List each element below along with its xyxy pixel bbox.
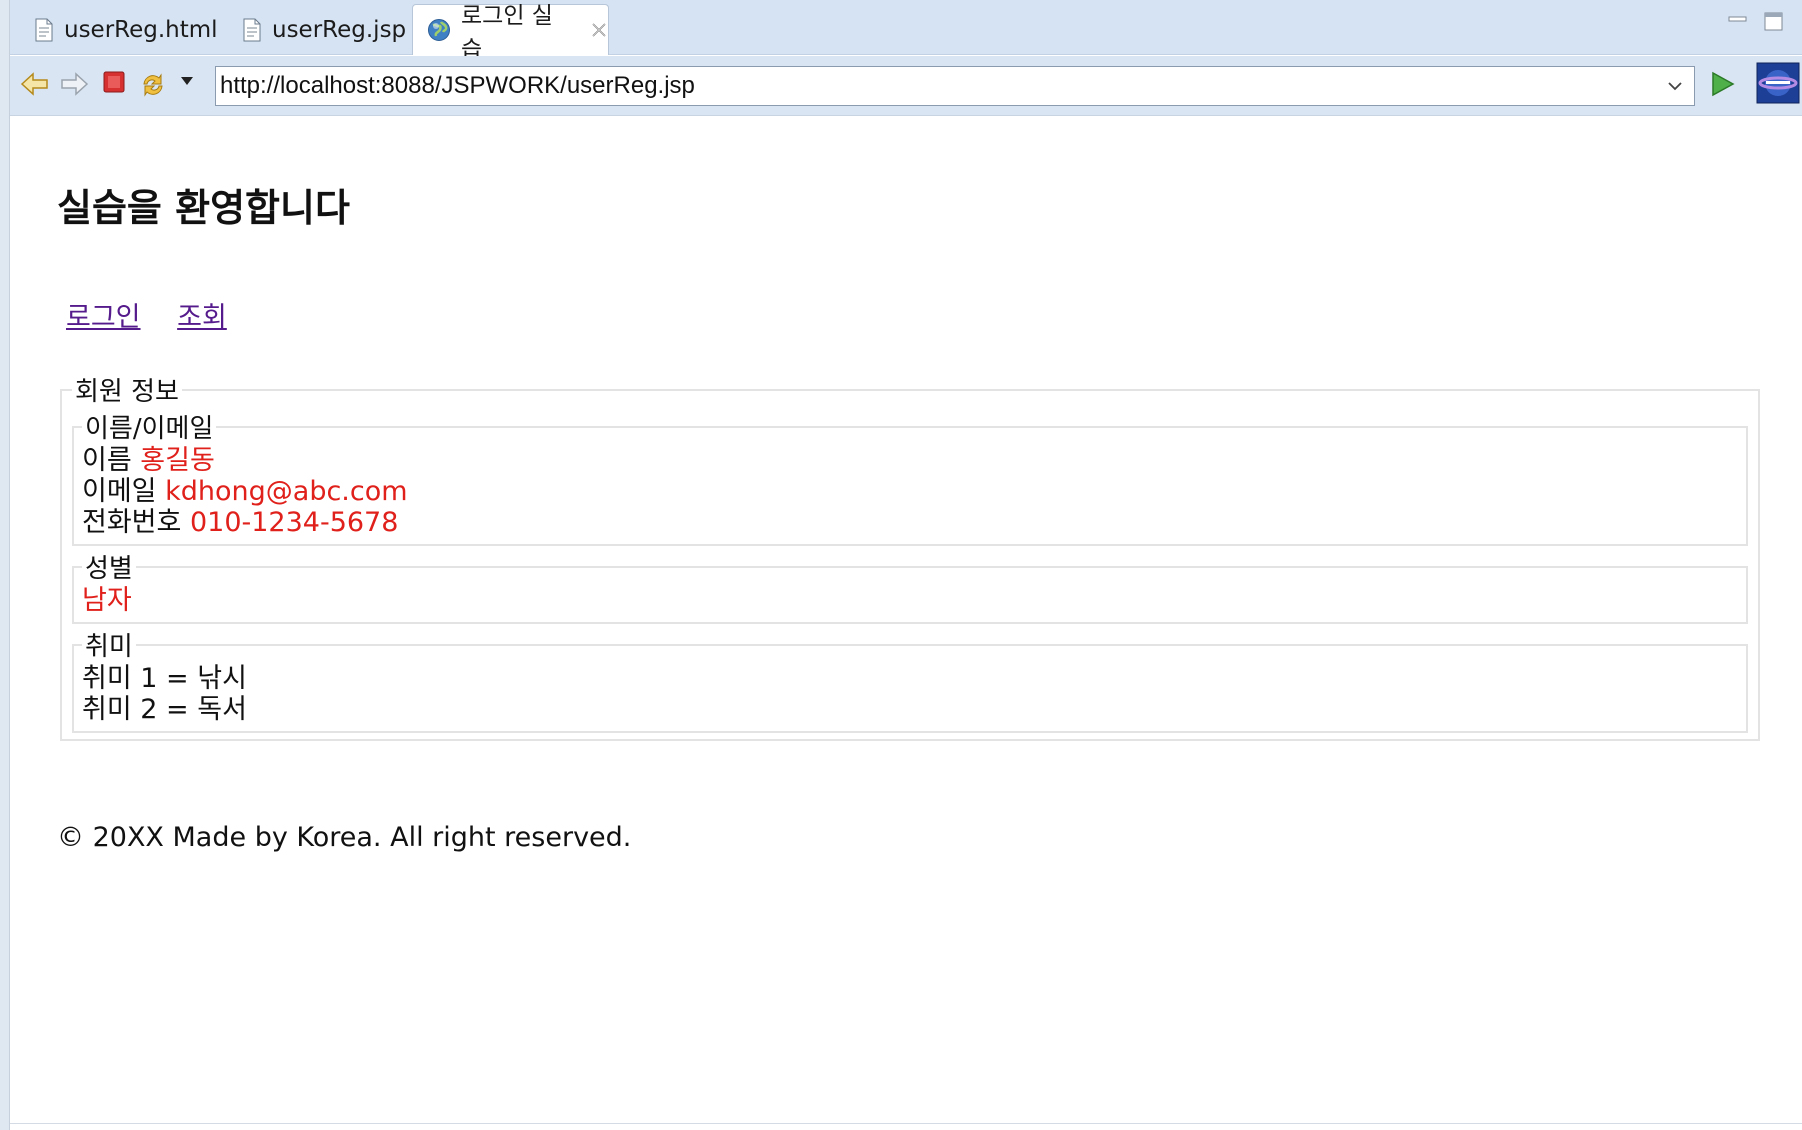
browser-toolbar: http://localhost:8088/JSPWORK/userReg.js… bbox=[10, 56, 1802, 116]
maximize-icon[interactable] bbox=[1764, 12, 1784, 32]
hobby-legend: 취미 bbox=[85, 632, 133, 662]
tab-label: userReg.jsp bbox=[272, 16, 407, 43]
name-email-legend: 이름/이메일 bbox=[85, 414, 214, 444]
member-info-legend: 회원 정보 bbox=[75, 377, 179, 407]
hobby-item: 취미 2 = 독서 bbox=[82, 694, 247, 725]
close-icon[interactable] bbox=[590, 21, 608, 39]
url-text: http://localhost:8088/JSPWORK/userReg.js… bbox=[220, 72, 695, 99]
member-info-fieldset: 회원 정보 이름/이메일 이름 홍길동 이메일 kdhong@abc.com 전… bbox=[60, 371, 1760, 741]
phone-row: 전화번호 010-1234-5678 bbox=[82, 507, 1738, 538]
phone-value: 010-1234-5678 bbox=[189, 507, 399, 538]
name-email-fieldset: 이름/이메일 이름 홍길동 이메일 kdhong@abc.com 전화번호 01… bbox=[72, 408, 1748, 546]
refresh-dropdown-icon[interactable] bbox=[180, 76, 194, 86]
hobby-item: 취미 1 = 낚시 bbox=[82, 663, 247, 694]
gender-value: 남자 bbox=[82, 585, 132, 616]
name-row: 이름 홍길동 bbox=[82, 445, 1738, 476]
email-label: 이메일 bbox=[82, 476, 157, 507]
name-label: 이름 bbox=[82, 445, 132, 476]
tab-label: 로그인 실습 bbox=[461, 3, 553, 63]
page-content: 실습을 환영합니다 로그인 조회 회원 정보 이름/이메일 이름 홍길동 이메일… bbox=[10, 117, 1802, 1124]
phone-label: 전화번호 bbox=[82, 507, 182, 538]
page-footer: © 20XX Made by Korea. All right reserved… bbox=[57, 822, 632, 853]
tab-label: userReg.html bbox=[64, 16, 218, 43]
hobby-fieldset: 취미 취미 1 = 낚시 취미 2 = 독서 bbox=[72, 626, 1748, 733]
forward-arrow-icon[interactable] bbox=[59, 70, 89, 98]
gender-legend: 성별 bbox=[85, 554, 133, 584]
go-icon[interactable] bbox=[1708, 70, 1736, 98]
tab-userreg-html[interactable]: userReg.html bbox=[20, 4, 218, 55]
stop-icon[interactable] bbox=[102, 70, 126, 94]
minimize-icon[interactable] bbox=[1728, 12, 1748, 26]
globe-icon bbox=[427, 18, 451, 42]
tab-login-practice[interactable]: 로그인 실습 bbox=[412, 3, 609, 63]
browser-window: userReg.html userReg.jsp 로그인 실습 http://l… bbox=[0, 0, 1802, 1130]
back-arrow-icon[interactable] bbox=[20, 70, 50, 98]
editor-tab-bar: userReg.html userReg.jsp 로그인 실습 bbox=[10, 0, 1802, 63]
gender-fieldset: 성별 남자 bbox=[72, 548, 1748, 624]
chevron-down-icon[interactable] bbox=[1666, 75, 1684, 97]
name-value: 홍길동 bbox=[140, 445, 215, 476]
url-input[interactable]: http://localhost:8088/JSPWORK/userReg.js… bbox=[215, 66, 1695, 106]
nav-link-lookup[interactable]: 조회 bbox=[177, 302, 227, 333]
page-title: 실습을 환영합니다 bbox=[57, 186, 350, 230]
page-nav: 로그인 조회 bbox=[66, 295, 255, 334]
left-edge bbox=[0, 0, 10, 1130]
email-value: kdhong@abc.com bbox=[165, 476, 408, 507]
html-file-icon bbox=[34, 18, 54, 42]
eclipse-browser-icon[interactable] bbox=[1756, 62, 1800, 104]
email-row: 이메일 kdhong@abc.com bbox=[82, 476, 1738, 507]
refresh-icon[interactable] bbox=[138, 70, 168, 100]
nav-link-login[interactable]: 로그인 bbox=[66, 302, 141, 333]
jsp-file-icon bbox=[242, 18, 262, 42]
tab-userreg-jsp[interactable]: userReg.jsp bbox=[228, 4, 418, 55]
